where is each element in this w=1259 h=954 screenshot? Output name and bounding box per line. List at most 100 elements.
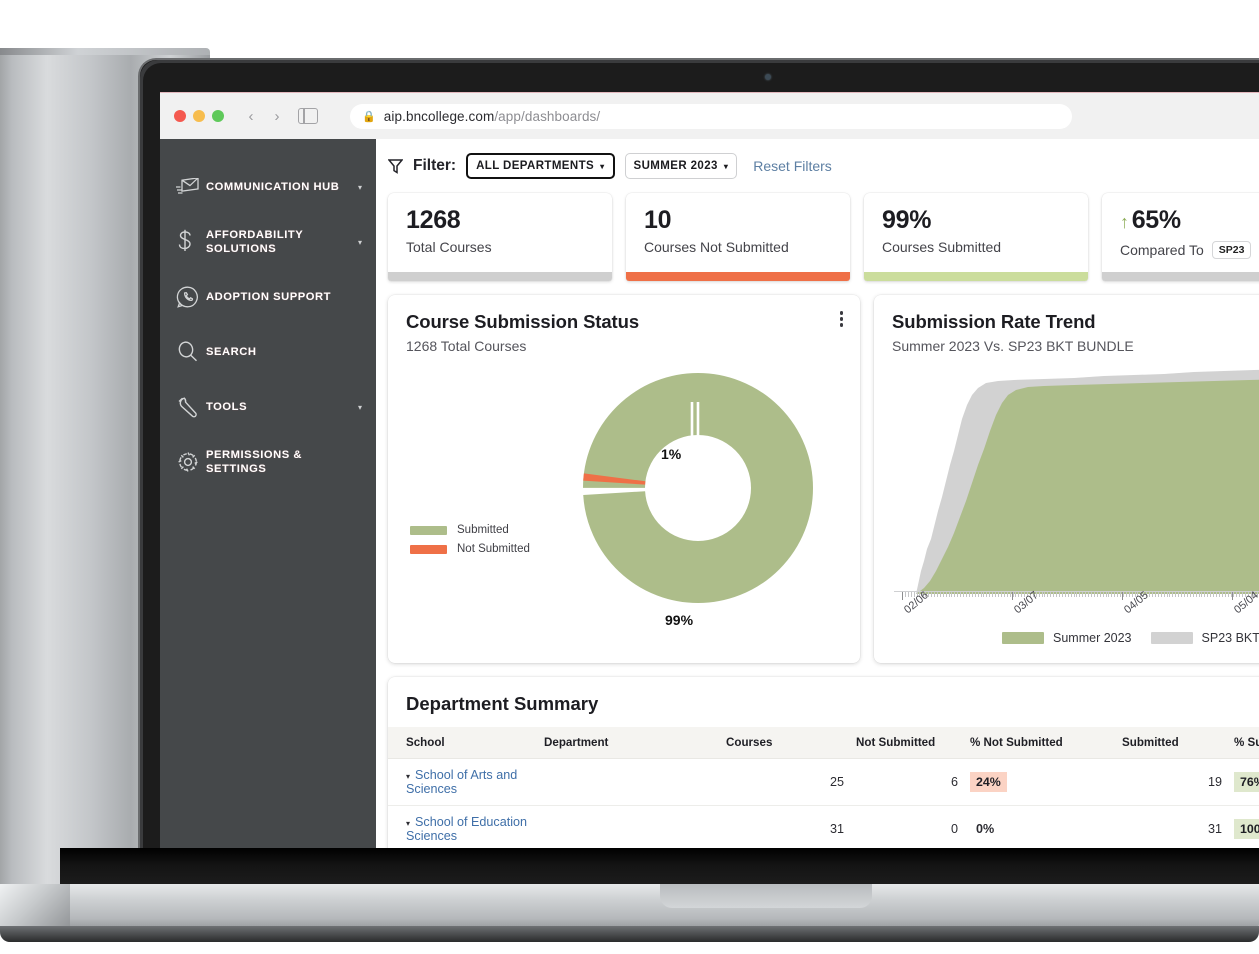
funnel-icon	[388, 158, 403, 174]
axis-tick	[1009, 592, 1011, 597]
lock-icon: 🔒	[362, 110, 376, 123]
cell-school[interactable]: ▾ School of Arts and Sciences	[388, 758, 538, 806]
axis-tick	[1120, 592, 1121, 597]
axis-tick	[1207, 592, 1209, 597]
kpi-accent-bar	[864, 272, 1088, 281]
axis-tick	[1186, 592, 1188, 597]
axis-tick	[1015, 592, 1017, 597]
kpi-label: Total Courses	[406, 239, 492, 255]
department-summary-table: School Department Courses Not Submitted …	[388, 727, 1259, 852]
kpi-value: 10	[644, 206, 672, 234]
browser-window: ‹ › 🔒 aip.bncollege.com /app/dashboards/	[160, 92, 1259, 852]
table-row[interactable]: ▾ School of Arts and Sciences 25 6 24% 19	[388, 758, 1259, 806]
expand-triangle-icon[interactable]: ▾	[406, 772, 410, 781]
dashboard-main: Filter: ALL DEPARTMENTS ▾ SUMMER 2023 ▾ …	[376, 139, 1259, 852]
cell-school[interactable]: ▾ School of Education Sciences	[388, 805, 538, 852]
axis-tick	[1105, 592, 1107, 597]
tick-strip	[894, 591, 1259, 600]
card-title: Submission Rate Trend	[892, 311, 1096, 332]
axis-tick	[1111, 592, 1113, 597]
axis-tick	[1067, 592, 1069, 597]
axis-tick	[1059, 592, 1060, 597]
chevron-down-icon[interactable]: ▾	[350, 183, 362, 192]
minimize-window-button[interactable]	[193, 110, 205, 122]
legend-label: Summer 2023	[1053, 631, 1132, 645]
sidebar-item-tools[interactable]: TOOLS ▾	[160, 387, 376, 427]
cell-courses: 31	[720, 805, 850, 852]
chevron-down-icon[interactable]: ▾	[350, 403, 362, 412]
address-bar[interactable]: 🔒 aip.bncollege.com /app/dashboards/	[350, 103, 1072, 129]
sidebar-item-search[interactable]: SEARCH	[160, 332, 376, 372]
column-header-courses[interactable]: Courses	[720, 727, 850, 759]
axis-tick	[1183, 592, 1185, 597]
axis-tick	[1085, 592, 1087, 597]
laptop-base	[0, 884, 1259, 932]
course-submission-status-card: Course Submission Status 1268 Total Cour…	[388, 295, 860, 663]
back-icon[interactable]: ‹	[240, 105, 262, 127]
webcam-icon	[765, 74, 771, 80]
kpi-value: 65%	[1131, 206, 1181, 234]
navigation-buttons[interactable]: ‹ ›	[240, 105, 318, 127]
axis-tick	[1233, 592, 1235, 597]
sidebar-item-adoption-support[interactable]: ADOPTION SUPPORT	[160, 277, 376, 317]
axis-tick	[1053, 592, 1055, 597]
legend-label: SP23 BKT BUNDLE	[1201, 631, 1259, 645]
trend-legend: Summer 2023 SP23 BKT BUNDLE	[1002, 631, 1259, 645]
column-header-submitted[interactable]: Submitted	[1116, 727, 1228, 759]
kpi-value-wrap: ↑ 65%	[1120, 207, 1259, 236]
kpi-value: 1268	[406, 206, 461, 234]
cell-department	[538, 758, 720, 806]
cell-department	[538, 805, 720, 852]
window-controls[interactable]	[174, 110, 224, 122]
school-link[interactable]: School of Education Sciences	[406, 815, 527, 843]
comparison-term-chip[interactable]: SP23	[1211, 241, 1252, 259]
axis-tick	[1131, 592, 1133, 597]
kebab-menu-icon[interactable]	[839, 311, 843, 327]
forward-icon[interactable]: ›	[266, 105, 288, 127]
legend-item[interactable]: Submitted	[410, 524, 530, 536]
axis-tick	[989, 592, 991, 597]
maximize-window-button[interactable]	[212, 110, 224, 122]
department-filter-dropdown[interactable]: ALL DEPARTMENTS ▾	[466, 153, 615, 179]
axis-tick	[1056, 592, 1058, 597]
dollar-icon	[176, 229, 206, 255]
axis-tick	[942, 592, 944, 597]
axis-tick	[954, 592, 956, 597]
axis-tick	[1236, 592, 1238, 597]
axis-tick	[1169, 592, 1171, 597]
chart-card-row: Course Submission Status 1268 Total Cour…	[376, 281, 1259, 663]
pct-not-submitted-badge: 24%	[970, 772, 1007, 792]
school-link[interactable]: School of Arts and Sciences	[406, 768, 517, 796]
axis-tick	[1172, 592, 1174, 597]
close-window-button[interactable]	[174, 110, 186, 122]
table-row[interactable]: ▾ School of Education Sciences 31 0 0% 31	[388, 805, 1259, 852]
card-title: Course Submission Status	[406, 311, 640, 332]
sidebar-item-label: AFFORDABILITY SOLUTIONS	[206, 229, 304, 255]
column-header-pct-submitted[interactable]: % Submitted	[1228, 727, 1259, 759]
cell-not-submitted: 6	[850, 758, 964, 806]
column-header-department[interactable]: Department	[538, 727, 720, 759]
sidebar-item-communication-hub[interactable]: COMMUNICATION HUB ▾	[160, 167, 376, 207]
table-header-row: School Department Courses Not Submitted …	[388, 727, 1259, 759]
term-filter-dropdown[interactable]: SUMMER 2023 ▾	[624, 153, 738, 179]
axis-tick	[1221, 592, 1223, 597]
sidebar-toggle-icon[interactable]	[298, 108, 318, 124]
sidebar-item-affordability-solutions[interactable]: AFFORDABILITY SOLUTIONS ▾	[160, 222, 376, 262]
kpi-accent-bar	[626, 272, 850, 281]
laptop-base-foot	[0, 926, 1259, 942]
chevron-down-icon: ▾	[723, 161, 729, 171]
axis-tick	[1198, 592, 1200, 597]
kpi-label: Courses Submitted	[882, 239, 1002, 255]
reset-filters-link[interactable]: Reset Filters	[753, 158, 832, 174]
sidebar-item-label: PERMISSIONS & SETTINGS	[206, 449, 303, 475]
axis-tick	[1088, 592, 1089, 597]
legend-item[interactable]: Not Submitted	[410, 543, 530, 555]
axis-tick	[1204, 592, 1206, 597]
column-header-school[interactable]: School	[388, 727, 538, 759]
chevron-down-icon[interactable]: ▾	[350, 238, 362, 247]
expand-triangle-icon[interactable]: ▾	[406, 819, 410, 828]
sidebar-item-permissions-settings[interactable]: PERMISSIONS & SETTINGS	[160, 442, 376, 482]
column-header-not-submitted[interactable]: Not Submitted	[850, 727, 964, 759]
cell-submitted: 31	[1116, 805, 1228, 852]
column-header-pct-not-submitted[interactable]: % Not Submitted	[964, 727, 1116, 759]
